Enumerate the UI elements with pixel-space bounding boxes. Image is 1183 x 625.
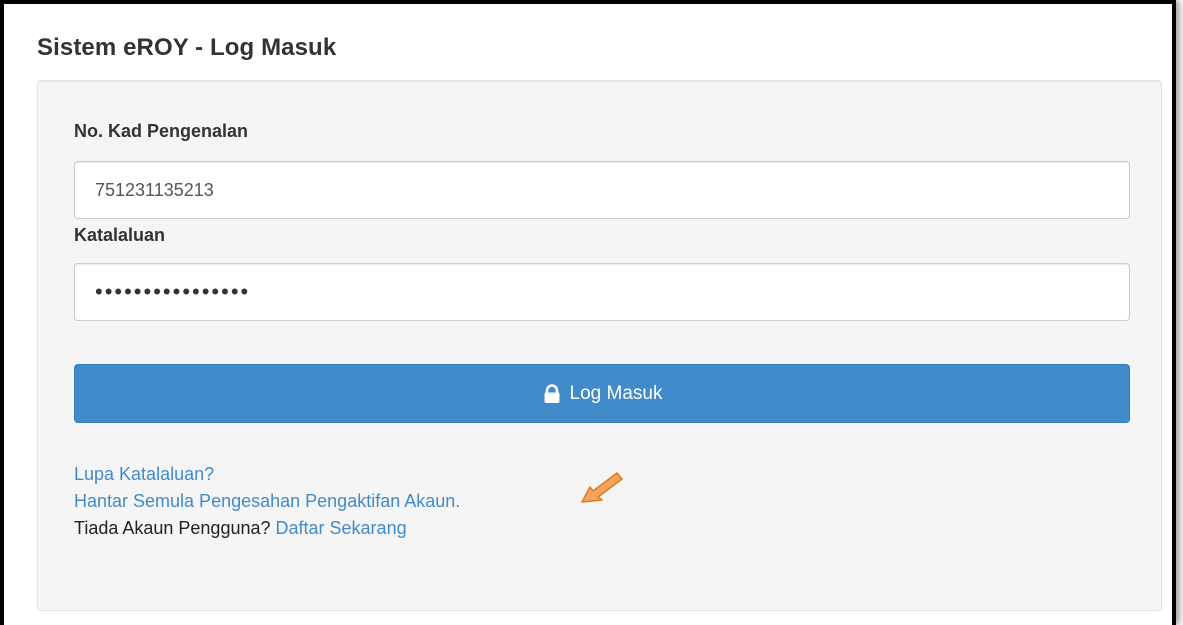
login-panel: No. Kad Pengenalan Katalaluan Log Masuk … [37, 80, 1162, 611]
window-frame: Sistem eROY - Log Masuk No. Kad Pengenal… [0, 0, 1176, 625]
login-button[interactable]: Log Masuk [74, 364, 1130, 423]
login-button-label: Log Masuk [569, 382, 663, 404]
help-links: Lupa Katalaluan? Hantar Semula Pengesaha… [74, 461, 460, 542]
ic-number-input[interactable] [74, 161, 1130, 219]
register-link[interactable]: Daftar Sekarang [276, 518, 407, 538]
password-label: Katalaluan [74, 225, 166, 245]
pointer-arrow-icon [581, 472, 623, 503]
password-input[interactable] [74, 263, 1130, 321]
no-account-text: Tiada Akaun Pengguna? [74, 518, 271, 538]
ic-number-label: No. Kad Pengenalan [74, 121, 249, 141]
page-title: Sistem eROY - Log Masuk [37, 34, 337, 61]
resend-activation-link[interactable]: Hantar Semula Pengesahan Pengaktifan Aka… [74, 488, 460, 515]
register-row: Tiada Akaun Pengguna? Daftar Sekarang [74, 515, 460, 542]
forgot-password-link[interactable]: Lupa Katalaluan? [74, 461, 460, 488]
lock-icon [542, 383, 562, 404]
